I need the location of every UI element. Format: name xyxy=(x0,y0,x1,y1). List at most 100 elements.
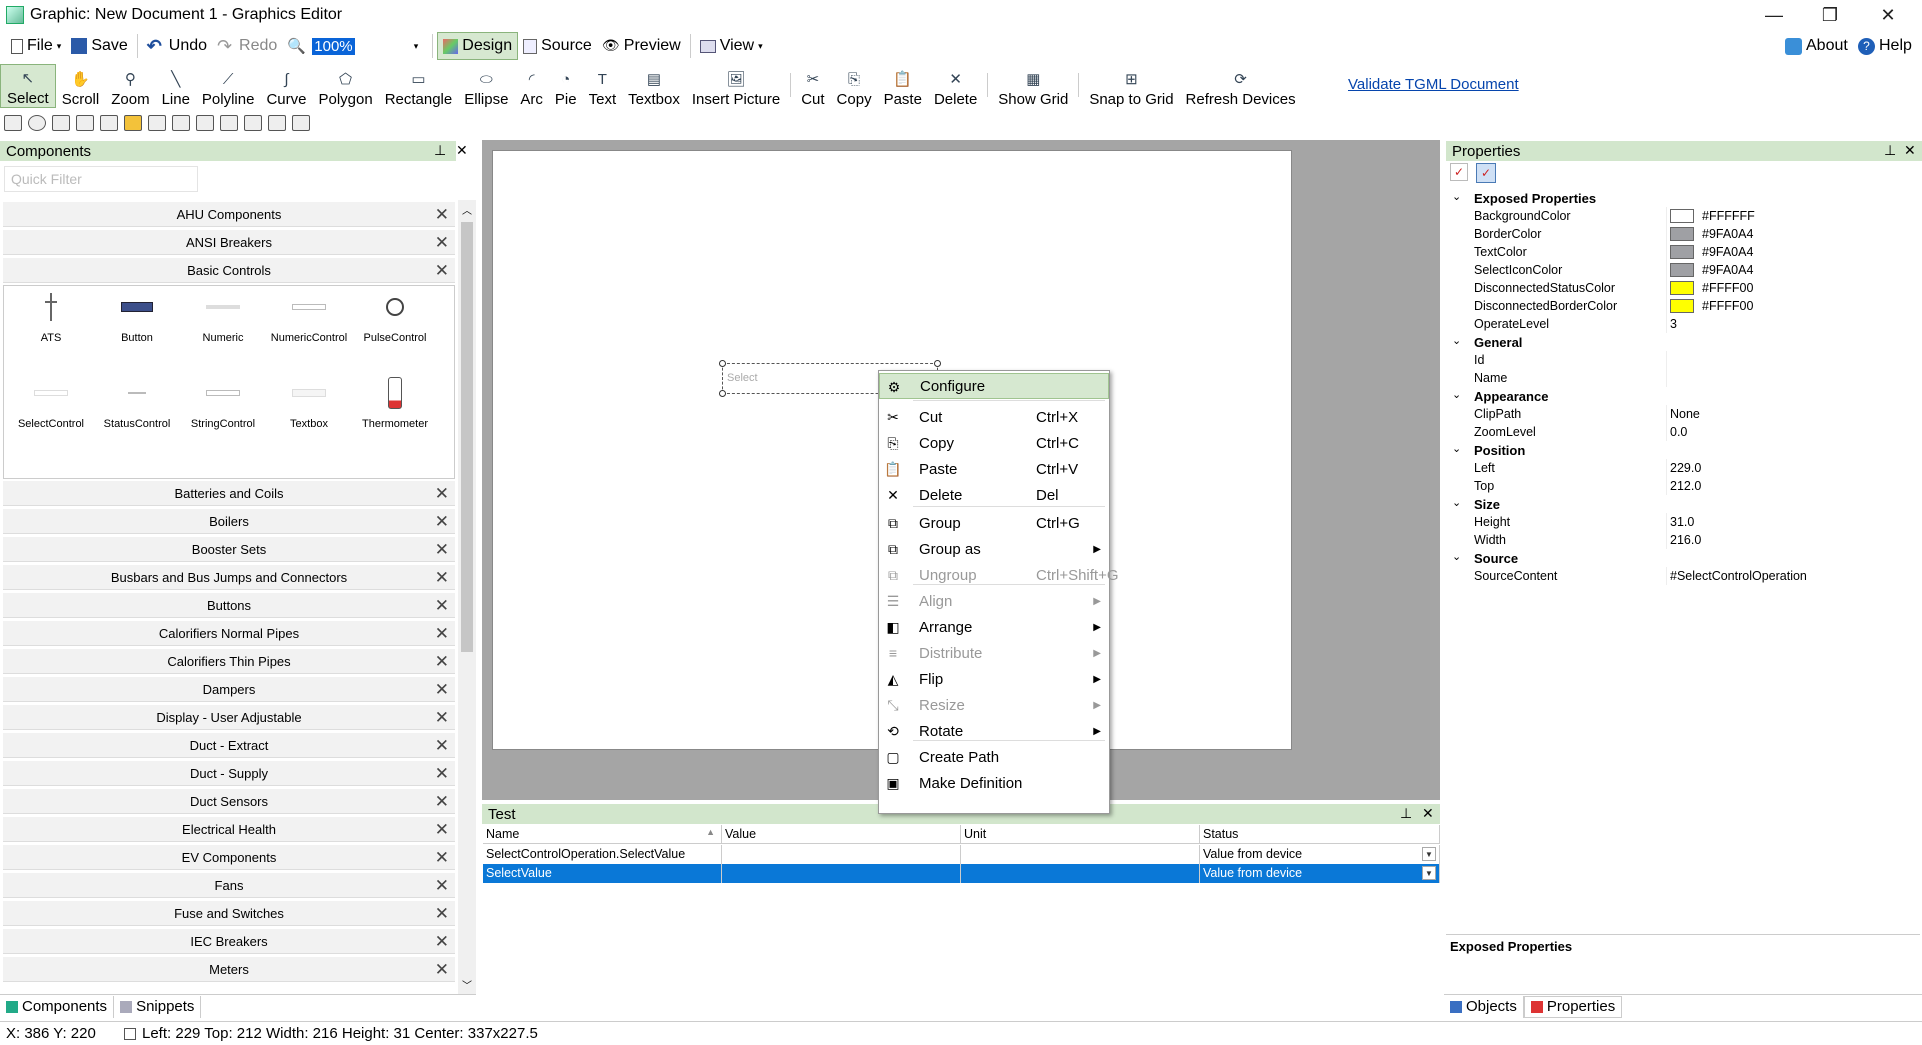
file-menu[interactable]: File ▾ xyxy=(6,32,66,60)
close-icon[interactable]: ✕ xyxy=(435,820,449,840)
close-icon[interactable]: ✕ xyxy=(435,205,449,225)
tool-zoom[interactable]: ⚲ Zoom xyxy=(105,64,155,108)
objects-tab[interactable]: Objects xyxy=(1444,995,1524,1018)
category-header[interactable]: AHU Components ✕ xyxy=(3,201,455,227)
property-value[interactable]: 31.0 xyxy=(1670,515,1694,529)
help-button[interactable]: ? Help xyxy=(1853,32,1917,60)
property-group[interactable]: ⌄ Appearance xyxy=(1444,387,1922,405)
about-button[interactable]: About xyxy=(1780,32,1853,60)
component-ats[interactable]: ATS xyxy=(8,288,94,344)
table-row[interactable]: SelectControlOperation.SelectValue Value … xyxy=(483,845,1440,864)
close-icon[interactable]: ✕ xyxy=(435,764,449,784)
tool-text[interactable]: T Text xyxy=(583,64,623,109)
scroll-down-icon[interactable]: ﹀ xyxy=(462,977,472,992)
property-row[interactable]: ZoomLevel 0.0 xyxy=(1444,423,1922,441)
view-menu[interactable]: View ▾ xyxy=(695,32,768,60)
tool-show-grid[interactable]: ▦ Show Grid xyxy=(992,64,1074,108)
close-icon[interactable]: ✕ xyxy=(435,904,449,924)
menu-item-distribute[interactable]: ≡ Distribute ▶ xyxy=(879,640,1109,666)
property-value[interactable]: #9FA0A4 xyxy=(1670,245,1753,259)
property-value[interactable]: 212.0 xyxy=(1670,479,1701,493)
components-scrollbar[interactable]: ︿ ﹀ xyxy=(458,200,476,994)
category-header[interactable]: Calorifiers Thin Pipes ✕ xyxy=(3,648,455,674)
tool-refresh-devices[interactable]: ⟳ Refresh Devices xyxy=(1180,64,1302,108)
property-value[interactable]: #FFFF00 xyxy=(1670,281,1753,295)
cell-value[interactable] xyxy=(722,864,961,883)
tool-insert-picture[interactable]: 🖼 Insert Picture xyxy=(686,64,786,108)
group-icon[interactable] xyxy=(52,115,70,131)
close-icon[interactable]: ✕ xyxy=(435,932,449,952)
close-icon[interactable]: ✕ xyxy=(435,484,449,504)
property-row[interactable]: Id xyxy=(1444,351,1922,369)
scroll-thumb[interactable] xyxy=(461,222,473,652)
column-header[interactable]: Status xyxy=(1200,825,1440,844)
properties-tab[interactable]: Properties xyxy=(1523,995,1623,1018)
zoom-value[interactable]: 100% xyxy=(312,37,355,55)
close-icon[interactable]: ✕ xyxy=(435,736,449,756)
tool-delete[interactable]: ✕ Delete xyxy=(928,64,983,108)
close-button[interactable]: ✕ xyxy=(1858,0,1918,30)
property-row[interactable]: Height 31.0 xyxy=(1444,513,1922,531)
rotate-icon[interactable] xyxy=(28,115,46,131)
property-group[interactable]: ⌄ General xyxy=(1444,333,1922,351)
zoom-control[interactable]: 🔍 100% ▾ xyxy=(282,32,428,60)
menu-item-resize[interactable]: ⤡ Resize ▶ xyxy=(879,692,1109,718)
property-value[interactable]: #9FA0A4 xyxy=(1670,227,1753,241)
property-row[interactable]: Name xyxy=(1444,369,1922,387)
menu-item-rotate[interactable]: ⟲ Rotate ▶ xyxy=(879,718,1109,744)
components-tab[interactable]: Components xyxy=(0,995,115,1018)
component-selectcontrol[interactable]: SelectControl xyxy=(8,374,94,430)
component-numericcontrol[interactable]: NumericControl xyxy=(266,288,352,344)
close-icon[interactable]: ✕ xyxy=(435,652,449,672)
chevron-down-icon[interactable]: ⌄ xyxy=(1452,190,1461,203)
snippets-tab[interactable]: Snippets xyxy=(114,995,202,1018)
distribute-icon[interactable] xyxy=(148,115,166,131)
cell-value[interactable] xyxy=(722,845,961,864)
redo-button[interactable]: ↷ Redo xyxy=(212,32,282,60)
property-row[interactable]: Left 229.0 xyxy=(1444,459,1922,477)
close-icon[interactable]: ✕ xyxy=(435,624,449,644)
close-icon[interactable]: ✕ xyxy=(435,233,449,253)
tool-ellipse[interactable]: ⬭ Ellipse xyxy=(458,64,514,109)
tool-cut[interactable]: ✂ Cut xyxy=(795,64,830,108)
color-swatch[interactable] xyxy=(1670,263,1694,277)
pin-icon[interactable]: ⊥ xyxy=(1400,805,1412,822)
chevron-down-icon[interactable]: ⌄ xyxy=(1452,334,1461,347)
color-swatch[interactable] xyxy=(1670,299,1694,313)
align-icon[interactable] xyxy=(100,115,118,131)
chevron-down-icon[interactable]: ⌄ xyxy=(1452,388,1461,401)
chevron-down-icon[interactable]: ⌄ xyxy=(1452,496,1461,509)
close-icon[interactable]: ✕ xyxy=(435,568,449,588)
close-icon[interactable]: ✕ xyxy=(435,540,449,560)
component-statuscontrol[interactable]: StatusControl xyxy=(94,374,180,430)
categorized-view-icon[interactable]: ✓ xyxy=(1450,163,1468,181)
category-header[interactable]: Meters ✕ xyxy=(3,956,455,982)
validate-tgml-link[interactable]: Validate TGML Document xyxy=(1348,76,1519,93)
category-header[interactable]: Fans ✕ xyxy=(3,872,455,898)
resize-handle[interactable] xyxy=(719,390,726,397)
menu-item-make-definition[interactable]: ▣ Make Definition xyxy=(879,770,1109,796)
property-row[interactable]: Width 216.0 xyxy=(1444,531,1922,549)
menu-item-paste[interactable]: 📋 Paste Ctrl+V xyxy=(879,456,1109,482)
menu-item-copy[interactable]: ⎘ Copy Ctrl+C xyxy=(879,430,1109,456)
category-header[interactable]: Busbars and Bus Jumps and Connectors ✕ xyxy=(3,564,455,590)
preview-tab[interactable]: 👁 Preview xyxy=(597,32,686,60)
pin-icon[interactable]: ⊥ xyxy=(434,142,446,159)
chevron-down-icon[interactable]: ⌄ xyxy=(1452,550,1461,563)
menu-item-group-as[interactable]: ⧉ Group as ▶ xyxy=(879,536,1109,562)
restore-button[interactable]: ❐ xyxy=(1800,0,1860,30)
property-value[interactable]: 229.0 xyxy=(1670,461,1701,475)
tool-polygon[interactable]: ⬠ Polygon xyxy=(312,64,378,108)
flip-icon[interactable] xyxy=(172,115,190,131)
minimize-button[interactable]: — xyxy=(1744,0,1804,30)
category-header[interactable]: Boilers ✕ xyxy=(3,508,455,534)
select-parent-icon[interactable] xyxy=(4,115,22,131)
close-icon[interactable]: ✕ xyxy=(435,792,449,812)
tool-scroll[interactable]: ✋ Scroll xyxy=(56,64,106,108)
menu-item-cut[interactable]: ✂ Cut Ctrl+X xyxy=(879,404,1109,430)
component-thermometer[interactable]: Thermometer xyxy=(352,374,438,430)
category-header[interactable]: Electrical Health ✕ xyxy=(3,816,455,842)
chevron-down-icon[interactable]: ▼ xyxy=(1422,866,1436,880)
tool-rectangle[interactable]: ▭ Rectangle xyxy=(379,64,459,108)
close-icon[interactable]: ✕ xyxy=(435,848,449,868)
